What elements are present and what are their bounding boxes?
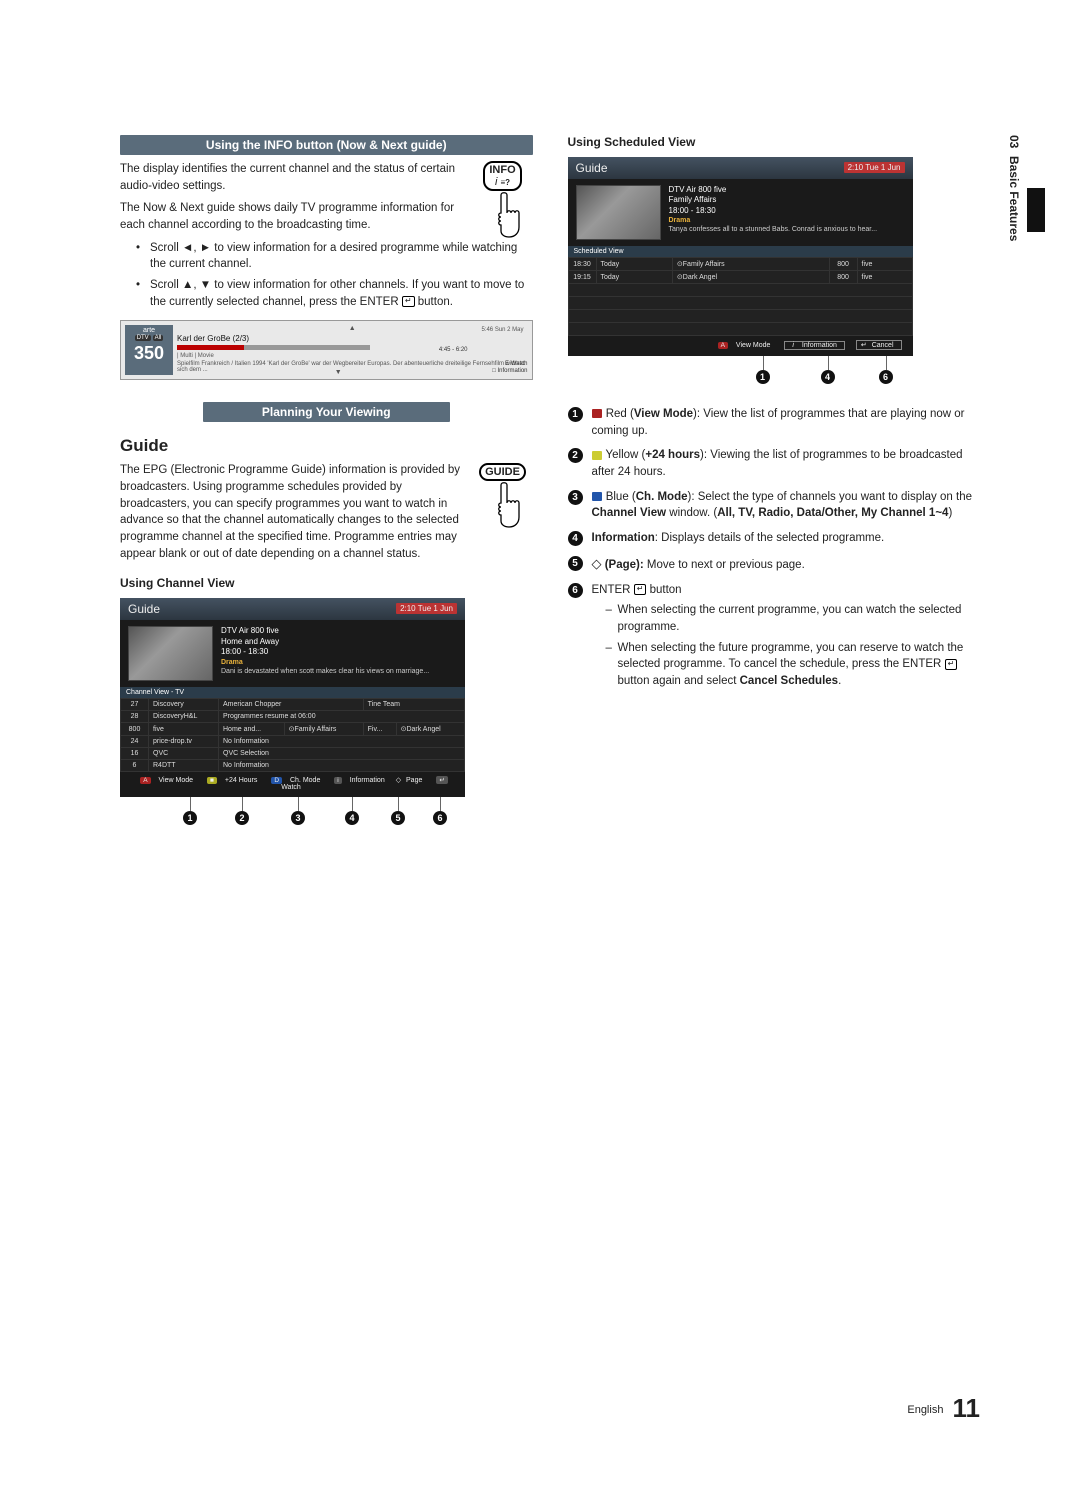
sv-footer: A View Mode i Information ↵ Cancel <box>568 336 913 350</box>
panel-channel-number: 350 <box>125 343 173 364</box>
blue-key-icon <box>592 492 602 501</box>
hand-icon <box>483 481 523 529</box>
chapter-label: Basic Features <box>1007 152 1021 241</box>
cv-time: 18:00 - 18:30 <box>221 647 457 657</box>
sv-clock: 2:10 Tue 1 Jun <box>844 162 905 173</box>
guide-button-label: GUIDE <box>479 463 526 481</box>
info-bullet-2: Scroll ▲, ▼ to view information for othe… <box>140 277 533 310</box>
using-channel-view-heading: Using Channel View <box>120 576 533 590</box>
info-desc-1: The display identifies the current chann… <box>120 161 533 194</box>
cv-genre: Drama <box>221 658 457 667</box>
sv-genre: Drama <box>669 216 905 225</box>
info-bullet-1: Scroll ◄, ► to view information for a de… <box>140 240 533 273</box>
sv-title: Guide <box>576 161 608 175</box>
section-title-planning: Planning Your Viewing <box>203 402 451 422</box>
cv-footer: A View Mode ■ +24 Hours D Ch. Mode i Inf… <box>120 772 465 791</box>
sv-thumbnail <box>576 185 661 240</box>
cv-title: Guide <box>128 602 160 616</box>
panel-tag-info: □ Information <box>492 368 527 375</box>
guide-heading: Guide <box>120 436 533 456</box>
panel-tag-all: All <box>153 335 164 341</box>
using-scheduled-view-heading: Using Scheduled View <box>568 135 981 149</box>
scheduled-view-panel: Guide 2:10 Tue 1 Jun DTV Air 800 five Fa… <box>568 157 913 356</box>
sv-callouts: 1 4 6 <box>568 356 981 396</box>
key-2: 2 Yellow (+24 hours): Viewing the list o… <box>568 447 981 480</box>
sv-programme: Family Affairs <box>669 195 905 205</box>
key-4: 4 Information: Displays details of the s… <box>568 530 981 547</box>
yellow-key-icon <box>592 451 602 460</box>
key-6-sub1: When selecting the current programme, yo… <box>608 602 981 635</box>
channel-view-panel: Guide 2:10 Tue 1 Jun DTV Air 800 five Ho… <box>120 598 465 797</box>
enter-icon: ↵ <box>634 584 647 595</box>
enter-icon: ↵ <box>402 296 415 307</box>
side-black-marker <box>1027 188 1045 232</box>
cv-synopsis: Dani is devastated when scott makes clea… <box>221 667 457 676</box>
guide-key-list: 1 Red (View Mode): View the list of prog… <box>568 406 981 690</box>
section-title-info: Using the INFO button (Now & Next guide) <box>120 135 533 155</box>
now-next-info-panel: arte DTV All 350 ▲ 5:46 Sun 2 May Karl d… <box>120 320 533 380</box>
chapter-number: 03 <box>1007 135 1021 152</box>
key-5: 5 ◇ (Page): Move to next or previous pag… <box>568 555 981 574</box>
info-button-label: INFO i ≡? <box>483 161 521 191</box>
panel-prog-title: Karl der GroBe (2/3) <box>177 334 528 343</box>
sv-time: 18:00 - 18:30 <box>669 206 905 216</box>
red-key-icon <box>592 409 602 418</box>
cv-programme: Home and Away <box>221 637 457 647</box>
page-footer: English 11 <box>907 1393 980 1424</box>
info-button-illustration: INFO i ≡? <box>473 161 533 239</box>
key-3: 3 Blue (Ch. Mode): Select the type of ch… <box>568 489 981 522</box>
panel-time: 4:45 - 6:20 <box>439 347 468 353</box>
cv-clock: 2:10 Tue 1 Jun <box>396 603 457 614</box>
hand-icon <box>483 191 523 239</box>
key-6: 6 ENTER ↵ button When selecting the curr… <box>568 582 981 690</box>
panel-channel-name: arte <box>125 327 173 334</box>
cv-channel: DTV Air 800 five <box>221 626 457 636</box>
footer-page-number: 11 <box>953 1393 981 1423</box>
cv-thumbnail <box>128 626 213 681</box>
panel-clock: 5:46 Sun 2 May <box>481 327 523 333</box>
sv-synopsis: Tanya confesses all to a stunned Babs. C… <box>669 225 905 234</box>
sv-table: 18:30Today⊙Family Affairs800five 19:15To… <box>568 257 913 336</box>
info-desc-2: The Now & Next guide shows daily TV prog… <box>120 200 533 233</box>
key-1: 1 Red (View Mode): View the list of prog… <box>568 406 981 439</box>
side-tab: 03 Basic Features <box>1007 135 1025 242</box>
sv-subheader: Scheduled View <box>568 246 913 257</box>
cv-callouts: 1 2 3 4 5 6 <box>120 797 533 837</box>
enter-icon: ↵ <box>945 659 958 670</box>
sv-channel: DTV Air 800 five <box>669 185 905 195</box>
panel-tag-dtv: DTV <box>135 335 151 341</box>
cv-table: 27DiscoveryAmerican ChopperTine Team 28D… <box>120 698 465 772</box>
cv-subheader: Channel View - TV <box>120 687 465 698</box>
panel-meta: | Multi | Movie <box>177 353 214 359</box>
panel-desc: Spielfilm Frankreich / Italien 1994 'Kar… <box>177 361 528 373</box>
guide-button-illustration: GUIDE <box>473 462 533 529</box>
guide-desc: The EPG (Electronic Programme Guide) inf… <box>120 462 533 562</box>
key-6-sub2: When selecting the future programme, you… <box>608 640 981 690</box>
footer-lang: English <box>907 1404 943 1416</box>
panel-tag-watch: E Watch <box>492 361 527 368</box>
